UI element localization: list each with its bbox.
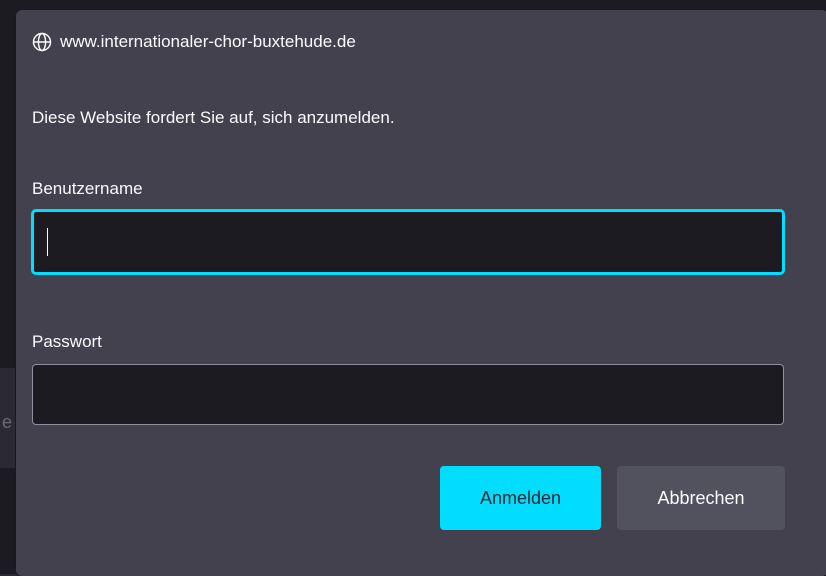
origin-row: www.internationaler-chor-buxtehude.de — [32, 32, 356, 52]
password-input[interactable] — [32, 364, 784, 425]
username-label: Benutzername — [32, 179, 143, 198]
username-input[interactable] — [32, 210, 784, 274]
sign-in-button[interactable]: Anmelden — [440, 466, 601, 530]
globe-icon — [32, 32, 52, 52]
cancel-button[interactable]: Abbrechen — [617, 466, 785, 530]
origin-url: www.internationaler-chor-buxtehude.de — [60, 32, 356, 51]
background-page-glyph: e — [2, 412, 13, 432]
login-message: Diese Website fordert Sie auf, sich anzu… — [32, 108, 395, 127]
password-label: Passwort — [32, 332, 102, 351]
text-caret — [47, 228, 48, 256]
